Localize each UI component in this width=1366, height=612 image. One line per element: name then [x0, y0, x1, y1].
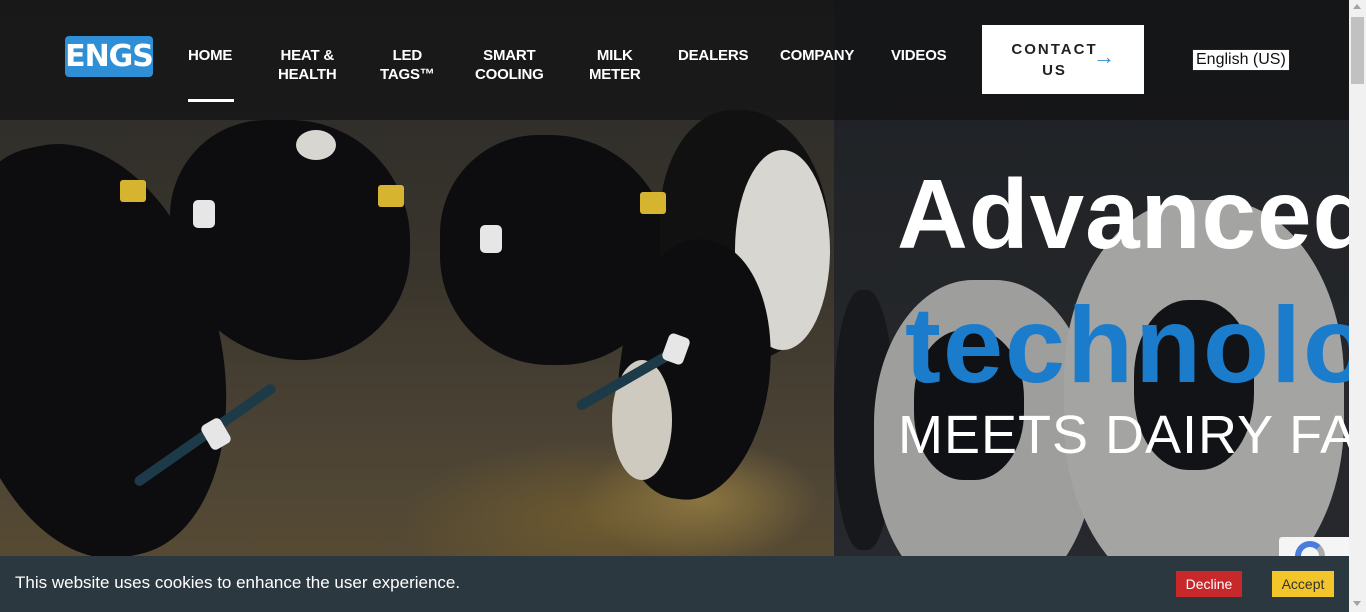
arrow-right-icon: → [1093, 44, 1115, 69]
hero-headline-line2: technology [905, 284, 1349, 405]
contact-us-button[interactable]: CONTACT US → [982, 25, 1144, 94]
site-header: ENGS HOME HEAT & HEALTH LED TAGS™ SMART … [0, 0, 1349, 120]
nav-smart-cooling[interactable]: SMART COOLING [475, 46, 544, 84]
contact-us-label-2: US [1042, 62, 1067, 79]
nav-led-tags-label-1: LED [392, 47, 423, 64]
nav-dealers[interactable]: DEALERS [678, 46, 748, 65]
ear-tag [378, 185, 404, 207]
nav-videos[interactable]: VIDEOS [891, 46, 947, 65]
nav-smart-cooling-label-1: SMART [483, 47, 536, 64]
nav-milk-meter-label-2: METER [589, 66, 641, 83]
decline-cookies-button[interactable]: Decline [1176, 571, 1242, 597]
engs-logo[interactable]: ENGS [65, 36, 154, 77]
contact-us-label: CONTACT US [1002, 39, 1107, 81]
recaptcha-icon [1295, 541, 1325, 557]
nav-heat-health[interactable]: HEAT & HEALTH [278, 46, 337, 84]
collar-sensor [480, 225, 502, 253]
accept-cookies-button[interactable]: Accept [1272, 571, 1334, 597]
nav-led-tags-label-2: TAGS™ [380, 66, 435, 83]
scrollbar-thumb[interactable] [1351, 17, 1364, 84]
scroll-down-arrow-icon[interactable] [1353, 601, 1361, 606]
nav-active-indicator [188, 99, 234, 102]
nav-company-label: COMPANY [780, 47, 855, 64]
ear-tag [120, 180, 146, 202]
nav-heat-health-label-2: HEALTH [278, 66, 337, 83]
collar-sensor [193, 200, 215, 228]
nav-home[interactable]: HOME [188, 46, 232, 65]
nav-dealers-label: DEALERS [678, 47, 749, 64]
page-scrollbar[interactable] [1349, 0, 1366, 612]
cow-patch [296, 130, 336, 160]
scroll-up-arrow-icon[interactable] [1353, 4, 1361, 9]
nav-led-tags[interactable]: LED TAGS™ [380, 46, 435, 84]
nav-videos-label: VIDEOS [891, 47, 947, 64]
cow-silhouette [834, 290, 894, 550]
hero-headline-line3: MEETS DAIRY FARMING [898, 405, 1349, 465]
cookie-consent-bar: This website uses cookies to enhance the… [0, 556, 1349, 612]
language-selector[interactable]: English (US) [1192, 49, 1290, 71]
nav-company[interactable]: COMPANY [780, 46, 854, 65]
nav-smart-cooling-label-2: COOLING [475, 66, 544, 83]
recaptcha-badge[interactable] [1279, 537, 1349, 557]
nav-heat-health-label-1: HEAT & [280, 47, 335, 64]
cookie-message: This website uses cookies to enhance the… [15, 573, 461, 592]
ear-tag [640, 192, 666, 214]
hero-headline-line1: Advanced [897, 159, 1349, 269]
nav-milk-meter-label-1: MILK [596, 47, 633, 64]
nav-home-label: HOME [188, 47, 233, 64]
contact-us-label-1: CONTACT [1011, 41, 1098, 58]
nav-milk-meter[interactable]: MILK METER [589, 46, 641, 84]
